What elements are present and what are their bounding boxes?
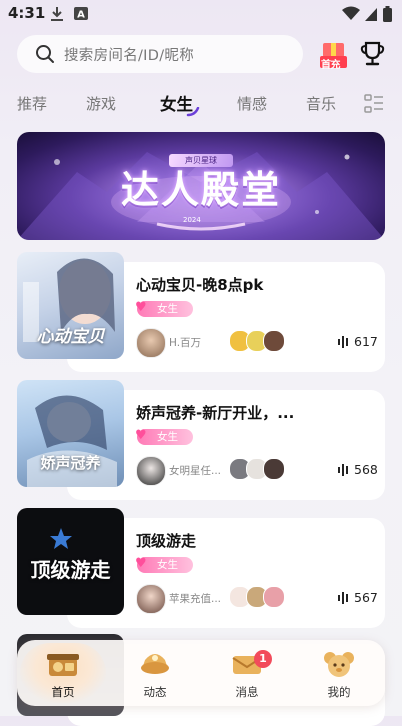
room-tag-label: 女生: [157, 559, 178, 571]
tab-games[interactable]: 游戏: [86, 93, 116, 114]
room-title: 顶级游走: [136, 532, 197, 550]
room-tag-label: 女生: [157, 431, 178, 443]
category-tabs: 推荐 游戏 女生 情感 音乐: [0, 88, 402, 118]
heart-icon: ♥: [135, 428, 147, 443]
trophy-icon: [360, 41, 385, 66]
nav-messages-label: 消息: [235, 685, 259, 699]
room-title: 娇声冠养-新厅开业，...: [136, 404, 295, 422]
sound-wave-icon: [338, 336, 348, 348]
guest-avatar: [263, 586, 285, 608]
message-unread-badge: 1: [254, 650, 272, 668]
room-title: 心动宝贝-晚8点pk: [136, 276, 264, 294]
promo-banner[interactable]: 声贝星球 达人殿堂 2024: [17, 132, 385, 240]
room-tag: ♥ 女生: [135, 428, 193, 445]
tab-emotion[interactable]: 情感: [237, 93, 267, 114]
home-icon: [47, 654, 79, 676]
room-tag-label: 女生: [157, 303, 178, 315]
room-tag: ♥ 女生: [135, 556, 193, 573]
host-avatar[interactable]: [136, 328, 166, 358]
guest-avatar: [263, 330, 285, 352]
room-tag: ♥ 女生: [135, 300, 193, 317]
host-avatar[interactable]: [136, 456, 166, 486]
sound-wave-icon: [338, 592, 348, 604]
sound-wave-icon: [338, 464, 348, 476]
search-icon: [36, 45, 54, 63]
download-icon: [51, 7, 63, 21]
room-cover: 娇声冠养: [17, 380, 124, 487]
listener-count-value: 568: [354, 462, 378, 477]
host-name: 苹果充值...: [169, 593, 222, 605]
category-list-icon[interactable]: [364, 94, 384, 114]
bottom-nav: 首页 动态 1 消息 我的: [17, 640, 385, 706]
search-input[interactable]: 搜索房间名/ID/昵称: [17, 35, 303, 73]
moments-icon: [141, 654, 169, 674]
ranking-button[interactable]: [360, 41, 385, 67]
nav-messages[interactable]: 1 消息: [207, 640, 287, 706]
room-cover-text: 顶级游走: [30, 558, 111, 582]
search-placeholder: 搜索房间名/ID/昵称: [64, 48, 195, 64]
status-time: 4:31: [8, 4, 46, 22]
room-card[interactable]: 娇声冠养 娇声冠养-新厅开业，... ♥ 女生 女明星任... 568: [17, 380, 385, 500]
nav-home[interactable]: 首页: [23, 640, 103, 706]
signal-icon: [365, 8, 377, 21]
wifi-icon: [342, 6, 360, 20]
nav-moments-label: 动态: [143, 685, 167, 699]
heart-icon: ♥: [135, 556, 147, 571]
banner-title: 达人殿堂: [120, 168, 281, 212]
guest-avatar: [263, 458, 285, 480]
room-cover-text: 娇声冠养: [40, 454, 101, 472]
room-card[interactable]: 心动宝贝 心动宝贝-晚8点pk ♥ 女生 H.百万 617: [17, 252, 385, 372]
nav-moments[interactable]: 动态: [115, 640, 195, 706]
tab-music[interactable]: 音乐: [306, 93, 336, 114]
keyboard-a-icon: A: [74, 7, 88, 21]
heart-icon: ♥: [135, 300, 147, 315]
first-charge-button[interactable]: 首充: [320, 40, 347, 71]
host-name: H.百万: [169, 337, 202, 349]
profile-icon: [324, 652, 354, 677]
nav-profile-label: 我的: [327, 685, 351, 699]
nav-home-label: 首页: [51, 685, 75, 699]
tab-recommend[interactable]: 推荐: [17, 93, 47, 114]
status-bar: 4:31 A: [0, 0, 402, 28]
battery-icon: [383, 6, 392, 22]
listener-count-value: 617: [354, 334, 378, 349]
room-cover-text: 心动宝贝: [36, 327, 105, 347]
active-tab-indicator: [186, 107, 200, 117]
host-name: 女明星任...: [169, 465, 222, 477]
first-charge-label: 首充: [321, 60, 341, 71]
nav-profile[interactable]: 我的: [299, 640, 379, 706]
room-cover: 心动宝贝: [17, 252, 124, 359]
banner-year: 2024: [183, 216, 201, 224]
host-avatar[interactable]: [136, 584, 166, 614]
listener-count-value: 567: [354, 590, 378, 605]
room-card[interactable]: 顶级游走 顶级游走 ♥ 女生 苹果充值... 567: [17, 508, 385, 628]
room-cover: 顶级游走: [17, 508, 124, 615]
svg-text:A: A: [77, 10, 85, 21]
